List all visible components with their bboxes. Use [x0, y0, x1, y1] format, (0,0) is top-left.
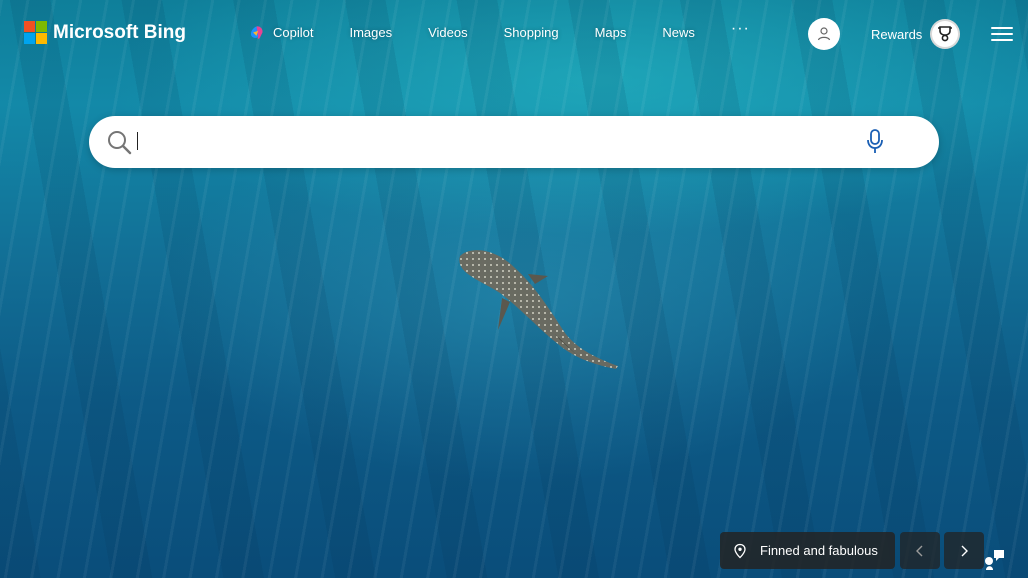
image-caption-text: Finned and fabulous — [760, 543, 878, 558]
nav-maps-label: Maps — [594, 25, 627, 40]
search-box — [89, 116, 939, 168]
chevron-right-icon — [961, 545, 968, 556]
hamburger-menu-icon[interactable] — [991, 27, 1013, 41]
nav-copilot[interactable]: Copilot — [248, 24, 313, 41]
sign-in-avatar[interactable] — [808, 18, 840, 50]
copilot-icon — [250, 26, 263, 39]
top-nav: Copilot Images Videos Shopping Maps News… — [248, 20, 750, 41]
rewards-button[interactable] — [930, 19, 960, 49]
nav-news-label: News — [662, 25, 695, 40]
whale-shark-image — [459, 250, 618, 369]
logo-text: Microsoft Bing — [53, 21, 186, 43]
nav-images-label: Images — [349, 25, 393, 40]
location-pin-icon — [734, 543, 746, 558]
top-header: Microsoft Bing Copilot Images Videos Sho… — [0, 0, 1028, 66]
bing-homepage: Microsoft Bing Copilot Images Videos Sho… — [0, 0, 1028, 578]
nav-more-button[interactable]: ··· — [731, 20, 750, 38]
nav-news[interactable]: News — [662, 25, 695, 40]
nav-videos[interactable]: Videos — [428, 25, 468, 40]
nav-shopping-label: Shopping — [503, 25, 559, 40]
nav-videos-label: Videos — [428, 25, 468, 40]
next-image-button[interactable] — [944, 532, 984, 569]
nav-shopping[interactable]: Shopping — [504, 25, 559, 40]
text-caret — [137, 132, 138, 150]
microsoft-logo-icon — [24, 21, 47, 44]
search-input[interactable] — [141, 126, 845, 160]
user-icon — [817, 27, 831, 41]
feedback-icon[interactable] — [983, 546, 1007, 570]
trophy-icon — [938, 26, 952, 42]
bing-logo[interactable]: Microsoft Bing — [24, 21, 186, 44]
nav-images[interactable]: Images — [349, 25, 392, 40]
image-caption-button[interactable]: Finned and fabulous — [720, 532, 895, 569]
microphone-icon[interactable] — [866, 129, 884, 155]
nav-maps[interactable]: Maps — [595, 25, 627, 40]
rewards-link[interactable]: Rewards — [871, 27, 922, 42]
search-icon[interactable] — [106, 129, 132, 155]
chevron-left-icon — [916, 545, 923, 556]
nav-copilot-label: Copilot — [273, 25, 314, 40]
previous-image-button[interactable] — [900, 532, 940, 569]
